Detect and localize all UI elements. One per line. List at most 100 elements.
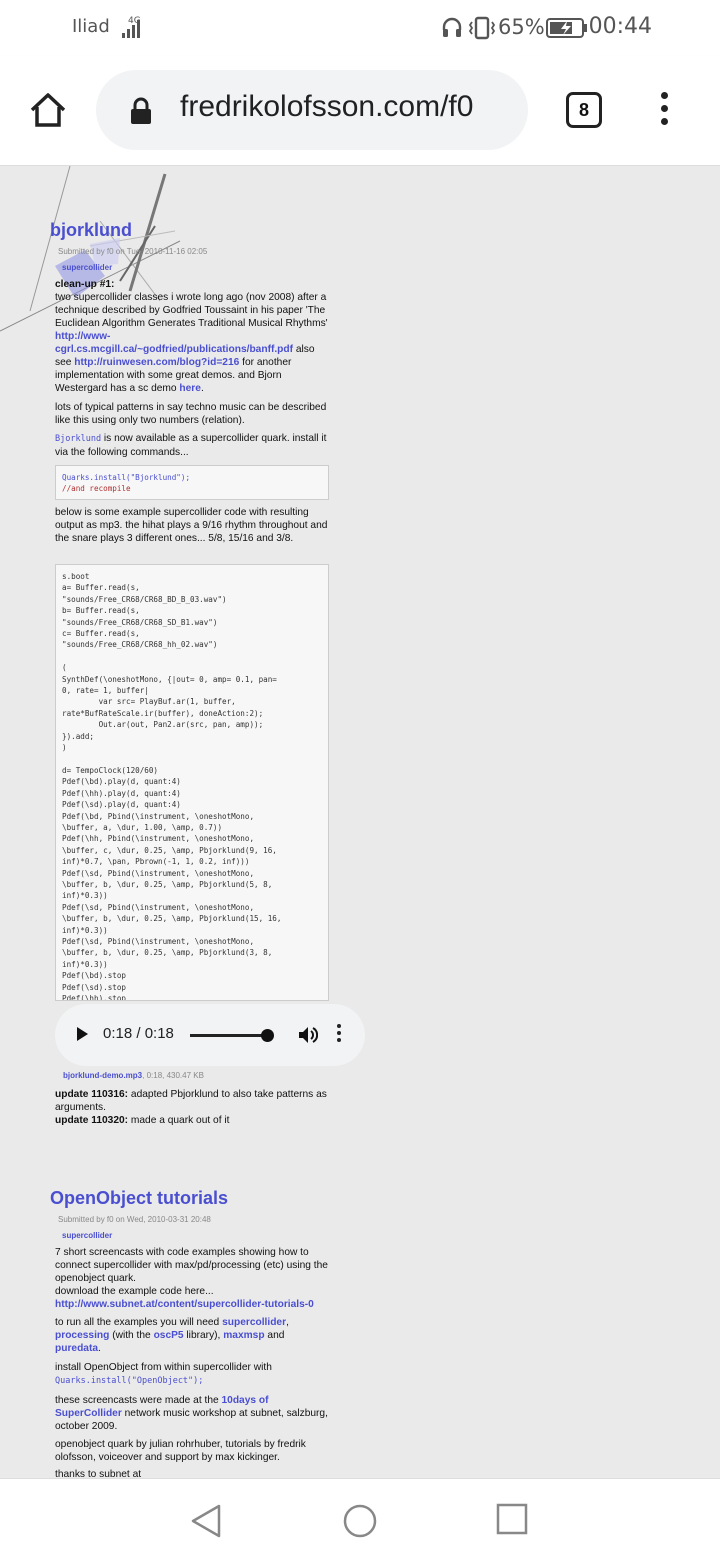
volume-icon[interactable]	[298, 1026, 319, 1049]
paragraph: openobject quark by julian rohrhuber, tu…	[55, 1439, 306, 1463]
puredata-link[interactable]: puredata	[55, 1343, 98, 1354]
processing-link[interactable]: processing	[55, 1330, 109, 1341]
maxmsp-link[interactable]: maxmsp	[223, 1330, 264, 1341]
paragraph-text: library),	[186, 1330, 221, 1341]
home-icon[interactable]	[28, 90, 68, 130]
subnet-link[interactable]: http://www.subnet.at/content/supercollid…	[55, 1299, 314, 1310]
progress-handle[interactable]	[261, 1029, 274, 1042]
code-line: Pdef(\sd).play(d, quant:4)	[62, 800, 181, 810]
carrier-label: Iliad	[72, 16, 110, 37]
lock-icon	[130, 97, 152, 130]
nav-recents-icon[interactable]	[496, 1503, 528, 1540]
paragraph-text: install OpenObject from within supercoll…	[55, 1362, 272, 1373]
post-meta: Submitted by f0 on Tue, 2010-11-16 02:05	[58, 247, 208, 256]
code-block: Quarks.install("Bjorklund"); //and recom…	[55, 465, 329, 500]
paragraph: lots of typical patterns in say techno m…	[55, 402, 327, 426]
tab-switcher-button[interactable]: 8	[566, 92, 602, 128]
clock: 00:44	[588, 14, 652, 39]
code-line: Pdef(\bd).play(d, quant:4)	[62, 777, 181, 787]
audio-player: 0:18 / 0:18	[55, 1004, 365, 1066]
code-line: inf)*0.3))	[62, 891, 108, 901]
code-line: Pdef(\hh).play(d, quant:4)	[62, 788, 181, 798]
code-line: \buffer, b, \dur, 0.25, \amp, Pbjorklund…	[62, 914, 282, 924]
attachment-link[interactable]: bjorklund-demo.mp3	[63, 1071, 142, 1080]
code-line: }).add;	[62, 731, 95, 741]
code-block: s.boot a= Buffer.read(s, "sounds/Free_CR68…	[55, 564, 329, 1001]
post-tag[interactable]: supercollider	[62, 263, 112, 272]
post-subheading: clean-up #1:	[55, 279, 115, 290]
code-line: SynthDef(\oneshotMono, {|out= 0, amp= 0.…	[62, 674, 277, 684]
code-line: Pdef(\hh).stop	[62, 994, 127, 1001]
attachment: bjorklund-demo.mp3, 0:18, 430.47 KB	[63, 1071, 204, 1080]
post-body: clean-up #1: two supercollider classes i…	[55, 279, 328, 394]
code-line: Pdef(\sd, Pbind(\instrument, \oneshotMon…	[62, 902, 255, 912]
paragraph: thanks to subnet at	[55, 1469, 142, 1478]
browser-toolbar: fredrikolofsson.com/f0 8	[0, 56, 720, 166]
code-line: rate*BufRateScale.ir(buffer), doneAction…	[62, 708, 264, 718]
code-line: Quarks.install("Bjorklund");	[62, 473, 191, 482]
post-tag[interactable]: supercollider	[62, 1231, 112, 1240]
code-line: inf)*0.3))	[62, 925, 108, 935]
paragraph: to run all the examples you will need su…	[55, 1317, 289, 1354]
supercollider-link[interactable]: supercollider	[222, 1317, 286, 1328]
code-line: \buffer, a, \dur, 1.00, \amp, 0.7))	[62, 822, 223, 832]
code-line: var src= PlayBuf.ar(1, buffer,	[62, 697, 236, 707]
play-icon[interactable]	[77, 1027, 88, 1041]
code-line: c= Buffer.read(s,	[62, 629, 140, 639]
paragraph: these screencasts were made at the 10day…	[55, 1394, 329, 1433]
address-bar[interactable]: fredrikolofsson.com/f0	[96, 70, 528, 150]
player-time: 0:18 / 0:18	[103, 1025, 174, 1042]
code-line: Out.ar(out, Pan2.ar(src, pan, amp));	[62, 720, 264, 730]
code-line: Pdef(\sd, Pbind(\instrument, \oneshotMon…	[62, 868, 255, 878]
inline-code: Bjorklund	[55, 434, 102, 444]
update-label: update 110316:	[55, 1089, 129, 1100]
update-label: update 110320:	[55, 1115, 129, 1126]
code-line: 0, rate= 1, buffer|	[62, 686, 149, 696]
attachment-info: , 0:18, 430.47 KB	[142, 1071, 204, 1080]
paragraph: 7 short screencasts with code examples s…	[55, 1247, 328, 1284]
post-body: 7 short screencasts with code examples s…	[55, 1246, 329, 1311]
paragraph: below is some example supercollider code…	[55, 507, 328, 544]
code-line: b= Buffer.read(s,	[62, 606, 140, 616]
paragraph-text: to run all the examples you will need	[55, 1317, 220, 1328]
nav-home-icon[interactable]	[342, 1503, 378, 1544]
code-line: )	[62, 743, 67, 753]
code-line: "sounds/Free_CR68/CR68_SD_B1.wav")	[62, 617, 218, 627]
nav-back-icon[interactable]	[188, 1503, 224, 1544]
here-link[interactable]: here	[179, 383, 201, 394]
web-page: bjorklund Submitted by f0 on Tue, 2010-1…	[0, 166, 720, 1478]
paragraph: install OpenObject from within supercoll…	[55, 1361, 329, 1388]
post-title[interactable]: bjorklund	[50, 220, 132, 241]
code-line: Pdef(\hh, Pbind(\instrument, \oneshotMon…	[62, 834, 255, 844]
ruinwesen-link[interactable]: http://ruinwesen.com/blog?id=216	[74, 357, 239, 368]
code-line: s.boot	[62, 572, 90, 581]
paragraph: two supercollider classes i wrote long a…	[55, 292, 328, 329]
code-line: "sounds/Free_CR68/CR68_BD_B_03.wav")	[62, 594, 227, 604]
post-title[interactable]: OpenObject tutorials	[50, 1188, 228, 1209]
code-line: inf)*0.7, \pan, Pbrown(-1, 1, 0.2, inf))…	[62, 857, 250, 867]
code-line: Pdef(\bd).stop	[62, 971, 127, 981]
paragraph: download the example code here...	[55, 1286, 214, 1297]
post-meta: Submitted by f0 on Wed, 2010-03-31 20:48	[58, 1215, 211, 1224]
code-line: Pdef(\sd).stop	[62, 982, 127, 992]
update-text: made a quark out of it	[130, 1115, 230, 1126]
inline-code: Quarks.install("OpenObject");	[55, 1376, 204, 1386]
url-text[interactable]: fredrikolofsson.com/f0	[180, 90, 514, 124]
progress-track[interactable]	[190, 1034, 268, 1037]
battery-charging-icon	[546, 18, 588, 42]
oscp5-link[interactable]: oscP5	[154, 1330, 184, 1341]
code-line: a= Buffer.read(s,	[62, 583, 140, 593]
signal-bars-icon	[122, 18, 144, 42]
pdf-link[interactable]: http://www-cgrl.cs.mcgill.ca/~godfried/p…	[55, 331, 293, 355]
code-line: Pdef(\bd, Pbind(\instrument, \oneshotMon…	[62, 811, 255, 821]
code-line: \buffer, b, \dur, 0.25, \amp, Pbjorklund…	[62, 948, 273, 958]
more-vert-icon[interactable]	[654, 92, 674, 132]
battery-percent: 65%	[498, 15, 545, 39]
code-line: d= TempoClock(120/60)	[62, 765, 159, 775]
paragraph-text: and	[267, 1330, 285, 1341]
player-menu-icon[interactable]	[337, 1024, 341, 1045]
code-line: Pdef(\sd, Pbind(\instrument, \oneshotMon…	[62, 937, 255, 946]
system-nav-bar	[0, 1478, 720, 1560]
headset-icon	[442, 17, 462, 43]
